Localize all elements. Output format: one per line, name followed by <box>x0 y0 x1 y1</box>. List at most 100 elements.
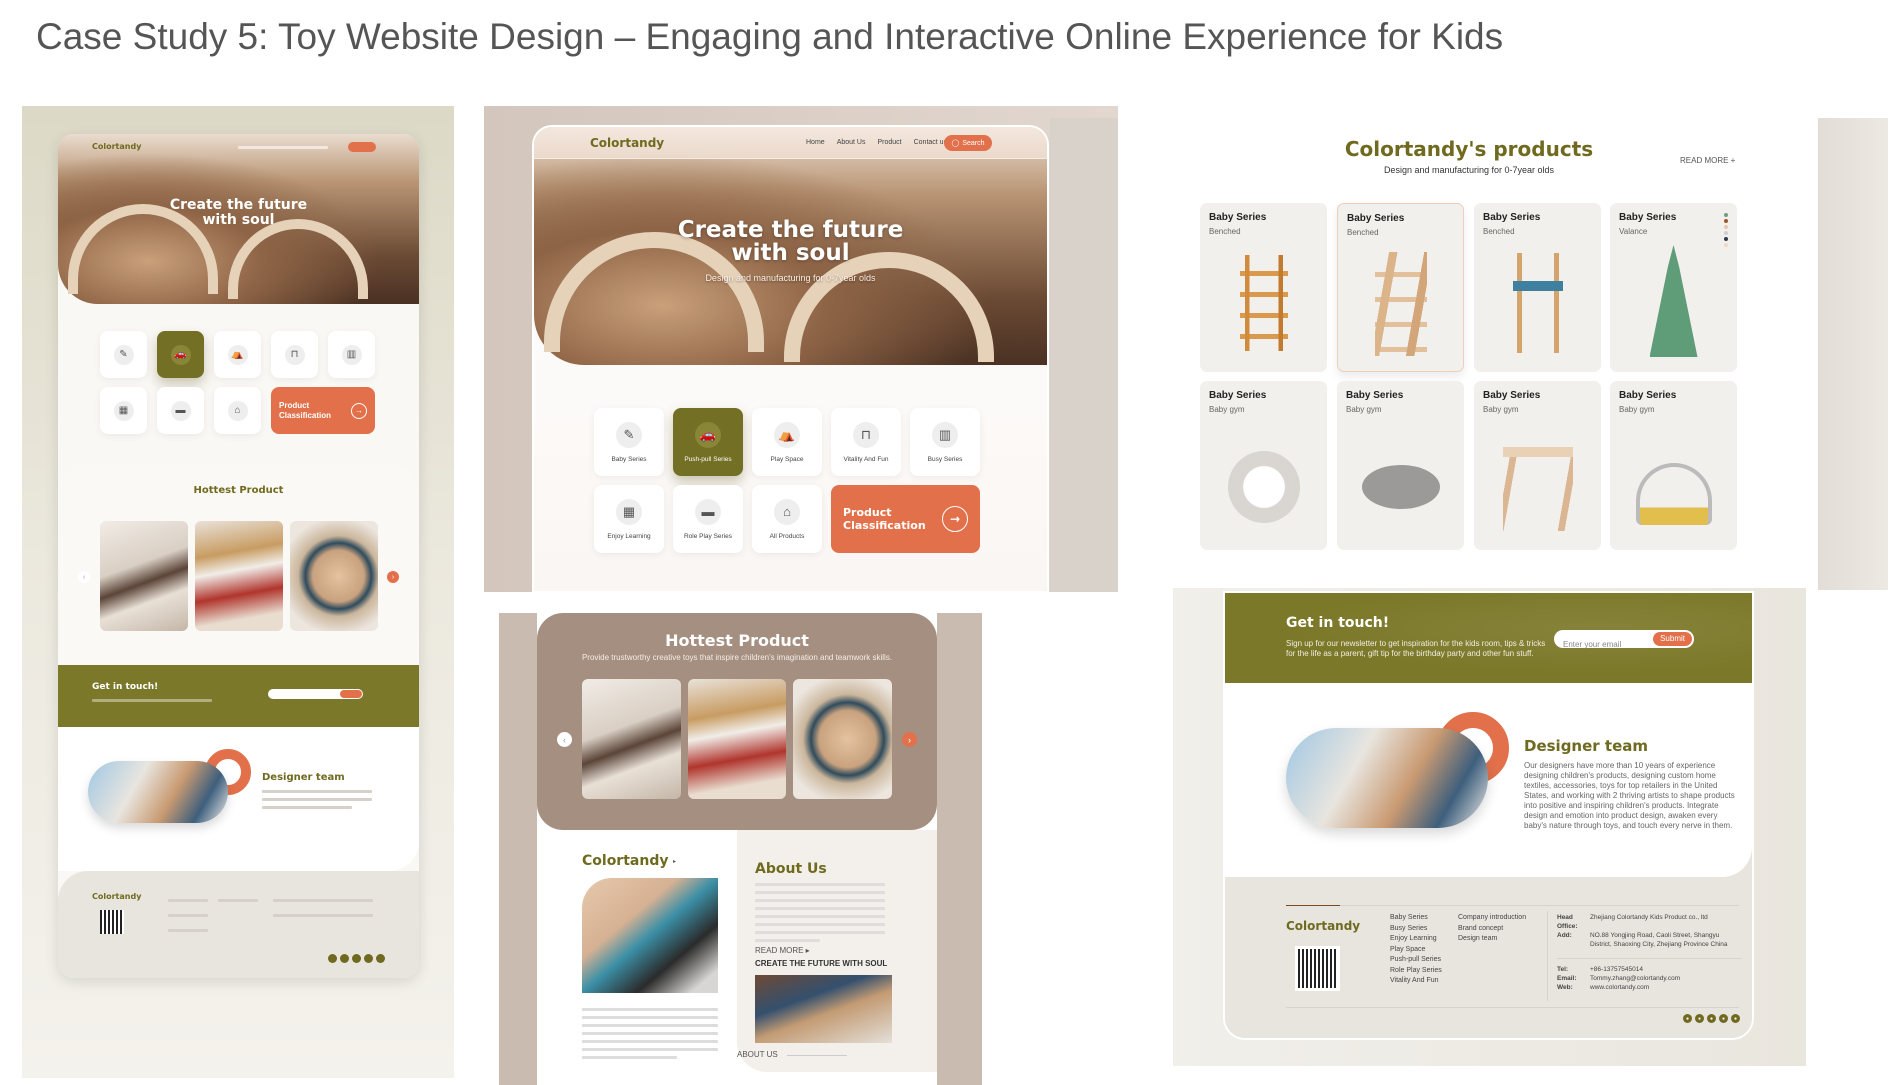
footer-link[interactable]: Brand concept <box>1458 924 1526 935</box>
pinterest-icon[interactable] <box>340 954 349 963</box>
footer-link[interactable]: Push-pull Series <box>1390 955 1442 966</box>
site-logo[interactable]: Colortandy <box>590 136 664 150</box>
category-tile[interactable]: ⊓ Vitality And Fun <box>831 408 901 476</box>
read-more-label: ▸ <box>673 859 677 865</box>
category-tile[interactable]: ⌂ All Products <box>752 485 822 553</box>
category-tile[interactable]: 🚗 <box>157 331 204 378</box>
category-tile[interactable]: ▬ Role Play Series <box>673 485 743 553</box>
wooden-toys-photo[interactable] <box>793 679 892 799</box>
footer-vertical-divider <box>1547 911 1548 1001</box>
contact-label: Email: <box>1557 975 1577 982</box>
product-subtitle: Baby gym <box>1619 405 1655 414</box>
category-label: Enjoy Learning <box>607 532 651 540</box>
product-card[interactable]: Baby Series Baby gym <box>1337 381 1464 550</box>
tiktok-icon[interactable]: ● <box>1707 1014 1716 1023</box>
category-tile[interactable]: ✎ <box>100 331 147 378</box>
about-read-more[interactable]: READ MORE ▸ <box>755 946 810 955</box>
hero-subtitle: Design and manufacturing for 0-7year old… <box>705 273 876 283</box>
nav-contact[interactable]: Contact us <box>914 139 947 146</box>
wooden-toys-photo[interactable] <box>290 521 378 631</box>
product-card[interactable]: Baby Series Benched <box>1200 203 1327 372</box>
category-tile[interactable]: ✎ Baby Series <box>594 408 664 476</box>
hottest-title: Hottest Product <box>665 631 809 650</box>
site-logo[interactable]: Colortandy <box>92 142 141 151</box>
footer-link[interactable]: Busy Series <box>1390 924 1442 935</box>
tiktok-icon[interactable] <box>352 954 361 963</box>
footer-company-links: Company introduction Brand concept Design … <box>1458 913 1526 945</box>
dollhouse-photo[interactable] <box>582 679 681 799</box>
carousel-next-button[interactable]: › <box>387 571 399 583</box>
hottest-title: Hottest Product <box>193 485 284 496</box>
carousel-next-button[interactable]: › <box>902 732 917 747</box>
color-swatch[interactable] <box>1724 237 1728 241</box>
search-button[interactable]: ◯ Search <box>944 135 992 151</box>
products-read-more[interactable]: READ MORE + <box>1680 156 1735 165</box>
carousel-prev-button[interactable]: ‹ <box>78 571 90 583</box>
product-card[interactable]: Baby Series Benched <box>1474 203 1601 372</box>
product-card[interactable]: Baby Series Baby gym <box>1474 381 1601 550</box>
footer-link[interactable]: Design team <box>1458 934 1526 945</box>
email-input[interactable]: Enter your email Submit <box>1554 630 1694 649</box>
footer-link[interactable]: Role Play Series <box>1390 966 1442 977</box>
category-tile[interactable]: ⛺ Play Space <box>752 408 822 476</box>
product-card[interactable]: Baby Series Benched <box>1337 203 1464 372</box>
nav-home[interactable]: Home <box>806 139 825 146</box>
category-tile[interactable]: ▬ <box>157 387 204 434</box>
footer-link[interactable]: Enjoy Learning <box>1390 934 1442 945</box>
blocks-icon: ▦ <box>616 498 642 525</box>
color-swatch[interactable] <box>1724 219 1728 223</box>
submit-button[interactable] <box>340 690 362 698</box>
footer-link[interactable]: Company introduction <box>1458 913 1526 924</box>
footer-link[interactable]: Baby Series <box>1390 913 1442 924</box>
contact-value: Tommy.zhang@colortandy.com <box>1590 975 1681 982</box>
arrow-right-icon: → <box>942 506 968 532</box>
pacifier-icon: ✎ <box>616 421 642 448</box>
category-tile[interactable]: ▥ Busy Series <box>910 408 980 476</box>
category-tile[interactable]: ▦ <box>100 387 147 434</box>
category-tile[interactable]: ▦ Enjoy Learning <box>594 485 664 553</box>
product-card[interactable]: Baby Series Baby gym <box>1610 381 1737 550</box>
color-swatch[interactable] <box>1724 243 1728 247</box>
instagram-icon[interactable] <box>376 954 385 963</box>
designer-title: Designer team <box>262 772 345 783</box>
email-input[interactable] <box>268 689 363 699</box>
car-icon: 🚗 <box>170 344 191 365</box>
color-swatch[interactable] <box>1724 225 1728 229</box>
pinterest-icon[interactable]: ● <box>1695 1014 1704 1023</box>
instagram-icon[interactable]: ● <box>1731 1014 1740 1023</box>
dollhouse-photo[interactable] <box>100 521 188 631</box>
footer-link[interactable]: Play Space <box>1390 945 1442 956</box>
product-classification-button[interactable]: Product Classification → <box>831 485 980 553</box>
footer-logo[interactable]: Colortandy <box>1286 919 1360 933</box>
footer-logo[interactable]: Colortandy <box>92 892 141 901</box>
category-tile[interactable]: ⛺ <box>214 331 261 378</box>
product-classification-button[interactable]: Product Classification → <box>271 387 375 434</box>
category-tile[interactable]: ⊓ <box>271 331 318 378</box>
youtube-icon[interactable]: ● <box>1719 1014 1728 1023</box>
product-card[interactable]: Baby Series Valance <box>1610 203 1737 372</box>
submit-button[interactable]: Submit <box>1653 632 1692 646</box>
category-tile[interactable]: ▥ <box>328 331 375 378</box>
color-swatch[interactable] <box>1724 231 1728 235</box>
baby-play-photo <box>582 878 718 993</box>
facebook-icon[interactable] <box>328 954 337 963</box>
category-tile[interactable]: 🚗 Push-pull Series <box>673 408 743 476</box>
search-button[interactable] <box>348 142 376 152</box>
footer-bottom-divider <box>1286 1007 1739 1008</box>
kitchen-photo[interactable] <box>195 521 283 631</box>
brand-read-more[interactable]: ▸ <box>673 858 676 865</box>
category-tile[interactable]: ⌂ <box>214 387 261 434</box>
carousel-prev-button[interactable]: ‹ <box>557 732 572 747</box>
product-image <box>1649 245 1698 357</box>
nav-about[interactable]: About Us <box>837 139 866 146</box>
facebook-icon[interactable]: ● <box>1683 1014 1692 1023</box>
designer-title: Designer team <box>1524 737 1648 755</box>
color-swatch[interactable] <box>1724 213 1728 217</box>
youtube-icon[interactable] <box>364 954 373 963</box>
footer-link[interactable]: Vitality And Fun <box>1390 976 1442 987</box>
nav-product[interactable]: Product <box>877 139 901 146</box>
product-image <box>1227 451 1300 523</box>
product-image <box>1239 255 1288 351</box>
product-card[interactable]: Baby Series Baby gym <box>1200 381 1327 550</box>
kitchen-photo[interactable] <box>688 679 786 799</box>
